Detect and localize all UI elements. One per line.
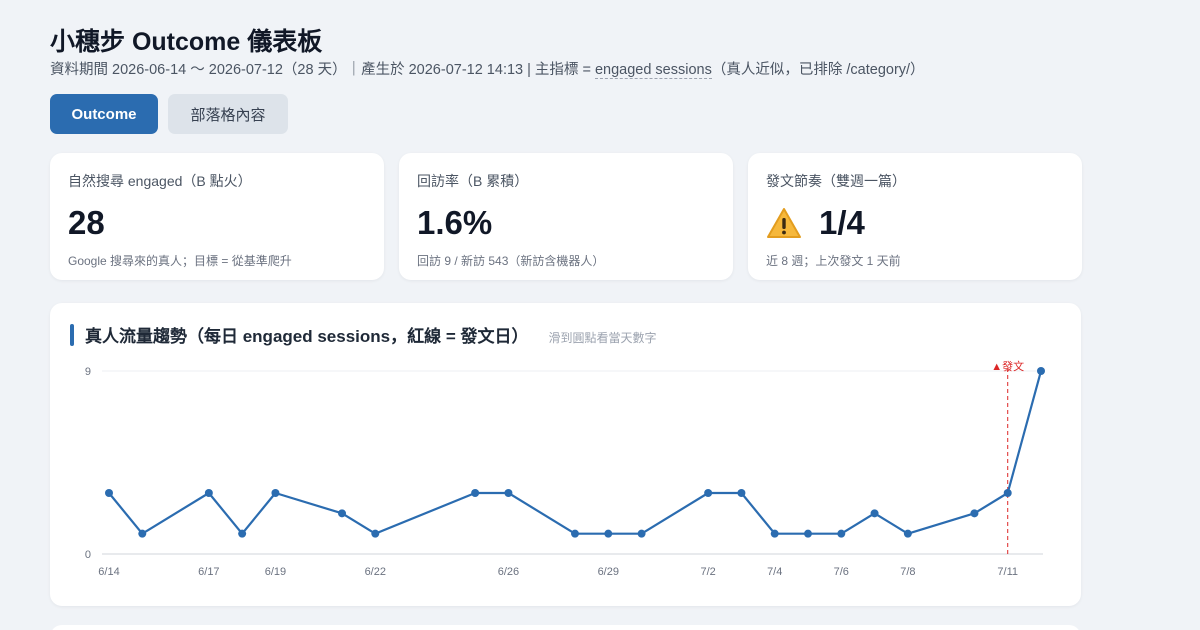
data-point[interactable]: 6/22: 1 xyxy=(371,529,380,538)
data-point[interactable]: 7/7: 2 xyxy=(870,509,879,518)
data-point[interactable]: 7/12: 9 xyxy=(1037,367,1045,375)
data-point[interactable]: 7/3: 3 xyxy=(737,489,746,497)
page-title: 小穗步 Outcome 儀表板 xyxy=(50,28,323,56)
metric-term[interactable]: engaged sessions xyxy=(594,62,712,79)
x-tick-label: 6/26 xyxy=(498,566,519,578)
x-tick-label: 7/4 xyxy=(767,566,782,578)
kpi-card-return-rate: 回訪率（B 累積） 1.6% 回訪 9 / 新訪 543（新訪含機器人） xyxy=(399,153,733,280)
data-point[interactable]: 6/21: 2 xyxy=(338,509,346,518)
data-point[interactable]: 6/29: 1 xyxy=(604,529,613,538)
data-point[interactable]: 7/6: 1 xyxy=(837,529,846,538)
kpi-note: 近 8 週；上次發文 1 天前 xyxy=(766,254,901,268)
data-point[interactable]: 6/19: 3 xyxy=(271,489,280,497)
kpi-label: 發文節奏（雙週一篇） xyxy=(766,173,906,189)
data-point[interactable]: 6/30: 1 xyxy=(637,529,646,538)
kpi-value: 28 xyxy=(68,204,105,241)
data-point[interactable]: 7/10: 2 xyxy=(970,509,979,518)
tab-outcome[interactable]: Outcome xyxy=(50,94,158,134)
kpi-label: 回訪率（B 累積） xyxy=(417,173,529,189)
kpi-value: 1.6% xyxy=(417,204,493,241)
traffic-chart-card: 真人流量趨勢（每日 engaged sessions，紅線 = 發文日） 滑到圓… xyxy=(50,303,1081,606)
y-tick-label: 0 xyxy=(85,549,91,561)
kpi-note: 回訪 9 / 新訪 543（新訪含機器人） xyxy=(417,254,605,268)
kpi-label: 自然搜尋 engaged（B 點火） xyxy=(68,173,252,189)
x-tick-label: 7/11 xyxy=(997,566,1018,578)
data-point[interactable]: 6/25: 3 xyxy=(471,489,480,497)
warning-icon xyxy=(767,208,801,238)
y-tick-label: 9 xyxy=(85,366,91,378)
data-point[interactable]: 6/28: 1 xyxy=(571,529,579,538)
data-point[interactable]: 6/15: 1 xyxy=(138,529,147,538)
data-point[interactable]: 6/18: 1 xyxy=(238,529,247,538)
data-point[interactable]: 7/4: 1 xyxy=(770,529,779,538)
subtitle-text: 資料期間 2026-06-14 ～ 2026-07-12（28 天）｜產生於 2… xyxy=(50,62,595,78)
kpi-row: 自然搜尋 engaged（B 點火） 28 Google 搜尋來的真人；目標 =… xyxy=(50,153,1082,280)
x-tick-label: 6/17 xyxy=(198,566,219,578)
kpi-value: 1/4 xyxy=(819,204,865,241)
traffic-line-chart: 0 9 6/14 6/17 6/19 6/22 6/26 6/29 7/2 7/4 7/6 7/8 7/… xyxy=(85,359,1045,578)
kpi-note: Google 搜尋來的真人；目標 = 從基準爬升 xyxy=(68,254,292,268)
next-card-edge xyxy=(50,625,1081,630)
kpi-card-post-cadence: 發文節奏（雙週一篇） 1/4 近 8 週；上次發文 1 天前 xyxy=(748,153,1082,280)
x-tick-label: 6/14 xyxy=(98,566,119,578)
x-tick-label: 7/6 xyxy=(834,566,849,578)
subtitle-suffix: （真人近似，已排除 /category/） xyxy=(711,62,925,78)
data-point[interactable]: 7/11: 3 xyxy=(1003,489,1012,497)
data-point[interactable]: 6/14: 3 xyxy=(105,489,113,497)
data-point[interactable]: 6/26: 3 xyxy=(504,489,513,497)
x-tick-label: 7/2 xyxy=(700,566,715,578)
data-point[interactable]: 7/5: 1 xyxy=(804,529,812,538)
tab-blog-content[interactable]: 部落格內容 xyxy=(168,94,288,134)
tab-bar: Outcome 部落格內容 xyxy=(50,94,288,134)
x-tick-label: 6/19 xyxy=(265,566,286,578)
data-point[interactable]: 7/8: 1 xyxy=(903,529,912,538)
page-subtitle: 資料期間 2026-06-14 ～ 2026-07-12（28 天）｜產生於 2… xyxy=(50,58,925,79)
x-tick-label: 6/22 xyxy=(365,566,386,578)
post-day-label: ▲發文 xyxy=(991,359,1024,373)
series-line xyxy=(108,370,1043,535)
kpi-card-organic: 自然搜尋 engaged（B 點火） 28 Google 搜尋來的真人；目標 =… xyxy=(50,153,384,280)
data-point[interactable]: 7/2: 3 xyxy=(704,489,713,497)
x-tick-label: 6/29 xyxy=(598,566,619,578)
x-tick-label: 7/8 xyxy=(900,566,915,578)
data-point[interactable]: 6/17: 3 xyxy=(204,489,213,497)
